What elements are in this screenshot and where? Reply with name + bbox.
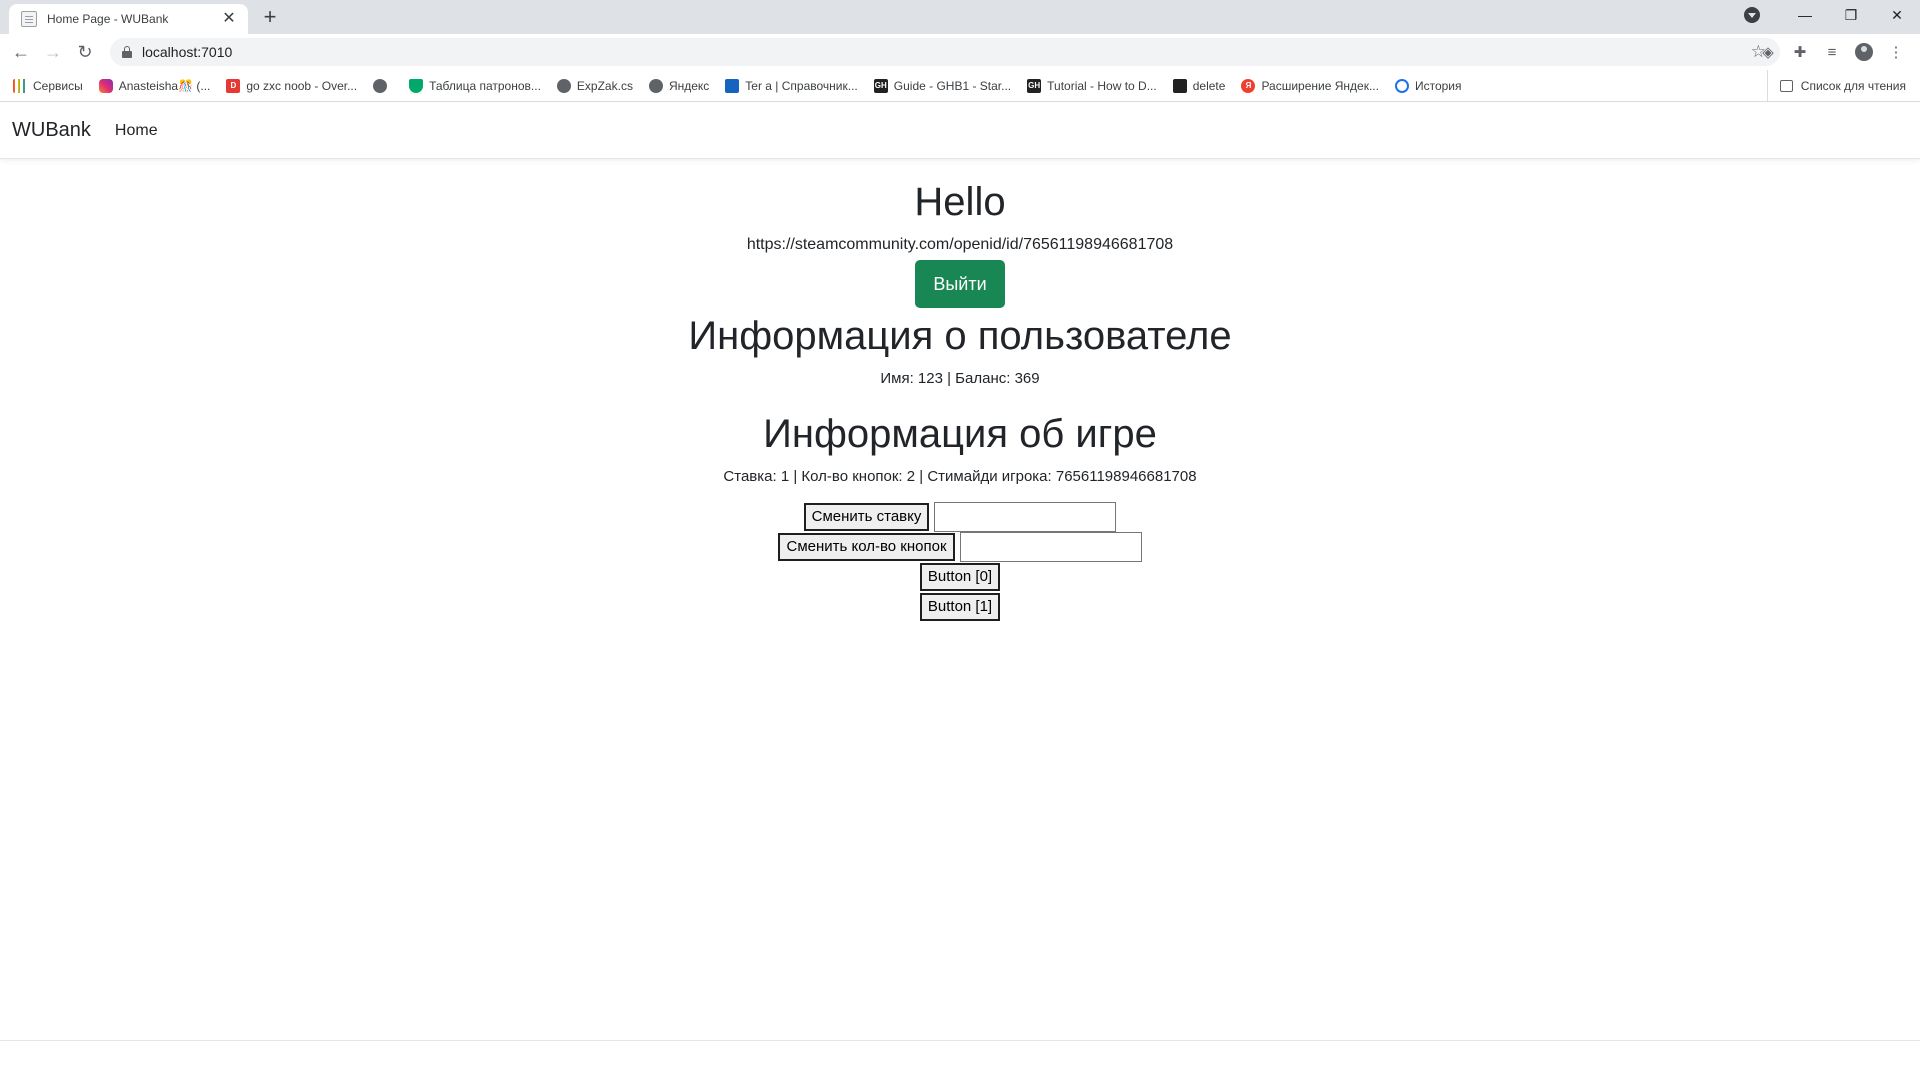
bookmark-item[interactable]: Яндекс — [648, 78, 709, 93]
media-icon[interactable]: ≡ — [1816, 37, 1848, 67]
openid-text: https://steamcommunity.com/openid/id/765… — [746, 236, 1174, 253]
bookmark-item[interactable]: GH Guide - GHB1 - Star... — [873, 78, 1011, 93]
folder-icon — [1172, 78, 1187, 93]
change-bet-row: Сменить ставку — [0, 502, 1920, 532]
brand-link[interactable]: WUBank — [12, 119, 91, 142]
browser-tabstrip: Home Page - WUBank ✕ + — ❐ ✕ — [0, 0, 1920, 34]
globe-icon — [648, 78, 663, 93]
bookmark-item[interactable]: delete — [1172, 78, 1225, 93]
instagram-icon — [98, 78, 113, 93]
browser-toolbar: ← → ↻ localhost:7010 ☆ ◈ ✚ ≡ ⋮ — [0, 34, 1920, 70]
bookmark-item[interactable]: Ter a | Справочник... — [725, 78, 858, 93]
window-controls: — ❐ ✕ — [1744, 0, 1920, 30]
nav-link-home[interactable]: Home — [115, 122, 158, 140]
bookmark-icon — [725, 78, 740, 93]
bookmark-item[interactable] — [373, 78, 393, 93]
gh-icon: GH — [1027, 78, 1042, 93]
bookmark-item[interactable]: Anasteisha🎊 (... — [98, 78, 210, 93]
change-bet-button[interactable]: Сменить ставку — [803, 503, 930, 531]
gh-icon: GH — [873, 78, 888, 93]
tab-title: Home Page - WUBank — [47, 12, 169, 26]
menu-dots-icon[interactable]: ⋮ — [1880, 37, 1912, 67]
close-window-icon[interactable]: ✕ — [1874, 0, 1920, 30]
game-button-row: Button [0] — [0, 562, 1920, 592]
tree-icon — [409, 78, 424, 93]
lock-icon[interactable] — [122, 46, 132, 58]
extension-icon[interactable]: ◈ — [1752, 37, 1784, 67]
globe-icon — [373, 78, 388, 93]
main-content: Hello https://steamcommunity.com/openid/… — [0, 160, 1920, 622]
browser-tab[interactable]: Home Page - WUBank ✕ — [9, 4, 248, 34]
reading-list-button[interactable]: Список для чтения — [1766, 70, 1906, 102]
footer-divider — [0, 1040, 1920, 1041]
bookmark-item[interactable]: Dgo zxc noob - Over... — [226, 78, 357, 93]
page-favicon-icon — [21, 11, 37, 27]
change-buttons-count-button[interactable]: Сменить кол-во кнопок — [778, 533, 955, 561]
game-info-text: Ставка: 1 | Кол-во кнопок: 2 | Стимайди … — [723, 468, 1197, 485]
reload-icon[interactable]: ↻ — [70, 37, 100, 67]
minimize-icon[interactable]: — — [1782, 0, 1828, 30]
bookmark-item[interactable]: Я Расширение Яндек... — [1241, 78, 1379, 93]
extensions-area: ◈ ✚ ≡ ⋮ — [1752, 37, 1912, 67]
address-bar[interactable]: localhost:7010 ☆ — [110, 38, 1780, 66]
change-buttons-row: Сменить кол-во кнопок — [0, 532, 1920, 562]
reading-list-icon — [1779, 80, 1793, 92]
bookmark-item[interactable]: История — [1394, 78, 1462, 93]
new-tab-icon[interactable]: + — [258, 5, 282, 29]
game-info-heading: Информация об игре — [763, 412, 1157, 456]
close-tab-icon[interactable]: ✕ — [220, 10, 238, 28]
puzzle-icon[interactable]: ✚ — [1784, 37, 1816, 67]
logout-button[interactable]: Выйти — [915, 260, 1005, 308]
forward-icon[interactable]: → — [38, 37, 68, 67]
reading-list-label: Список для чтения — [1800, 79, 1906, 93]
back-icon[interactable]: ← — [6, 37, 36, 67]
game-button-1[interactable]: Button [1] — [919, 593, 1001, 621]
site-navbar: WUBank Home — [0, 103, 1920, 159]
restore-icon[interactable]: ❐ — [1828, 0, 1874, 30]
url-text[interactable]: localhost:7010 — [142, 44, 232, 60]
game-forms: Сменить ставку Сменить кол-во кнопок But… — [0, 502, 1920, 622]
game-button-row: Button [1] — [0, 592, 1920, 622]
game-button-0[interactable]: Button [0] — [919, 563, 1001, 591]
bookmarks-bar: Сервисы Anasteisha🎊 (... Dgo zxc noob - … — [0, 70, 1920, 102]
globe-icon — [556, 78, 571, 93]
tab-search-icon[interactable] — [1744, 7, 1760, 23]
bookmark-item[interactable]: ExpZak.cs — [556, 78, 633, 93]
bookmark-item[interactable]: Таблица патронов... — [409, 78, 541, 93]
history-icon — [1394, 78, 1409, 93]
hello-heading: Hello — [914, 180, 1006, 224]
bookmark-item[interactable]: Сервисы — [13, 78, 83, 93]
bet-input[interactable] — [934, 502, 1117, 532]
d-icon: D — [226, 78, 241, 93]
yandex-icon: Я — [1241, 78, 1256, 93]
user-info-heading: Информация о пользователе — [688, 314, 1232, 358]
profile-icon[interactable] — [1848, 37, 1880, 67]
buttons-count-input[interactable] — [959, 532, 1142, 562]
bookmark-item[interactable]: GH Tutorial - How to D... — [1027, 78, 1157, 93]
apps-icon — [13, 78, 27, 93]
user-info-text: Имя: 123 | Баланс: 369 — [880, 370, 1040, 387]
